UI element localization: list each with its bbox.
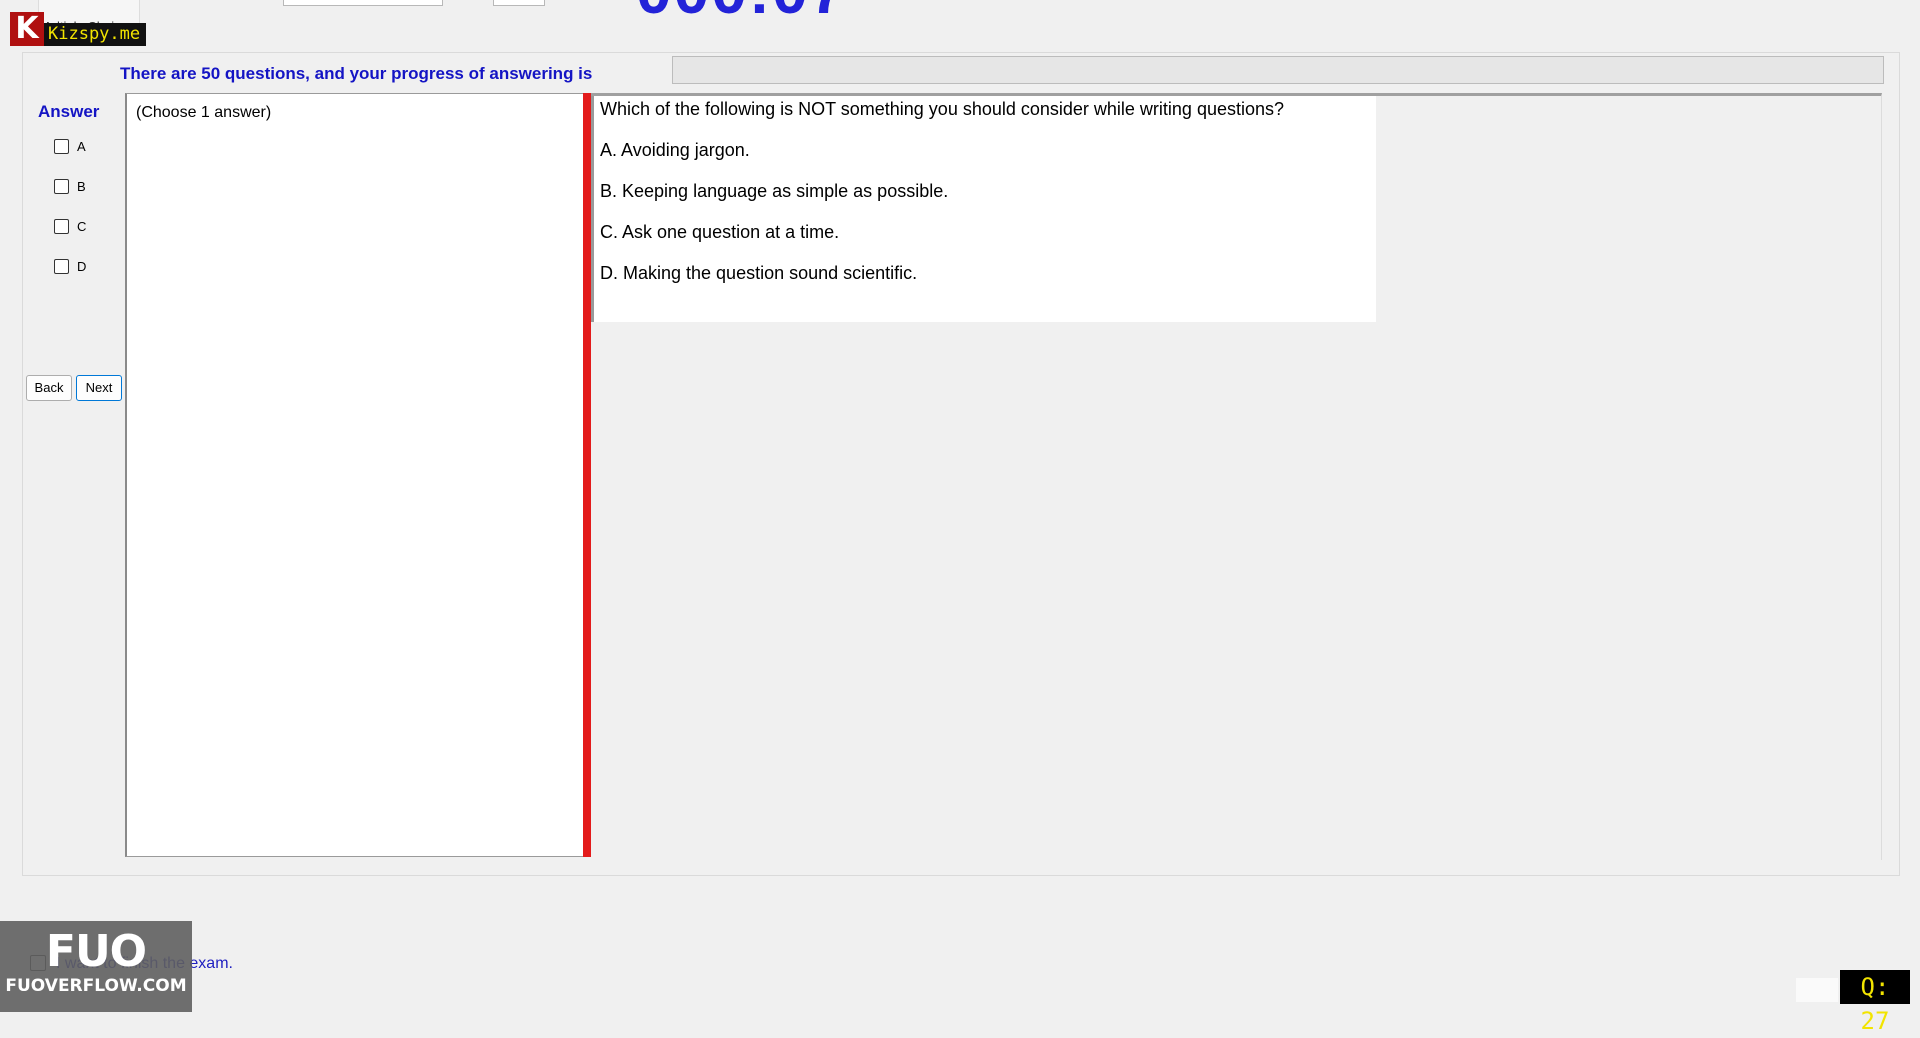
question-option: C. Ask one question at a time. bbox=[600, 222, 840, 242]
question-option: B. Keeping language as simple as possibl… bbox=[600, 181, 949, 201]
question-option: A. Avoiding jargon. bbox=[600, 140, 750, 160]
answer-option-d[interactable]: D bbox=[54, 259, 86, 274]
timer-display: 000:07 bbox=[636, 0, 847, 28]
choose-hint: (Choose 1 answer) bbox=[136, 104, 272, 121]
checkbox-c[interactable] bbox=[54, 219, 69, 234]
answer-option-label: D bbox=[77, 259, 87, 274]
kizspy-text: Kizspy.me bbox=[44, 23, 147, 46]
checkbox-d[interactable] bbox=[54, 259, 69, 274]
fuo-site-text: FUOVERFLOW.COM bbox=[5, 976, 187, 996]
kizspy-watermark: K Kizspy.me bbox=[10, 12, 147, 46]
answer-notes-panel: (Choose 1 answer) bbox=[125, 93, 586, 857]
back-button[interactable]: Back bbox=[26, 375, 72, 401]
question-box: Which of the following is NOT something … bbox=[591, 96, 1376, 322]
progress-bar bbox=[672, 56, 1884, 84]
question-option: D. Making the question sound scientific. bbox=[600, 263, 918, 283]
question-counter: Q: 27 bbox=[1840, 970, 1910, 1035]
progress-label: There are 50 questions, and your progres… bbox=[120, 64, 593, 83]
next-button[interactable]: Next bbox=[76, 375, 122, 401]
fuo-logo-text: FUO bbox=[45, 926, 147, 977]
checkbox-b[interactable] bbox=[54, 179, 69, 194]
answer-heading: Answer bbox=[38, 102, 100, 121]
checkbox-a[interactable] bbox=[54, 139, 69, 154]
answer-option-a[interactable]: A bbox=[54, 139, 86, 154]
answer-option-b[interactable]: B bbox=[54, 179, 86, 194]
answer-option-label: C bbox=[77, 219, 87, 234]
answer-option-label: B bbox=[77, 179, 86, 194]
top-small-box[interactable] bbox=[493, 0, 545, 6]
kizspy-logo-icon: K bbox=[10, 12, 44, 46]
top-combo-box[interactable] bbox=[283, 0, 443, 6]
answer-option-label: A bbox=[77, 139, 86, 154]
bottom-field bbox=[1796, 978, 1838, 1002]
fuoverflow-watermark: FUO FUOVERFLOW.COM bbox=[0, 921, 192, 1012]
answer-option-c[interactable]: C bbox=[54, 219, 86, 234]
question-text: Which of the following is NOT something … bbox=[600, 99, 1285, 119]
panel-divider[interactable] bbox=[583, 93, 591, 857]
